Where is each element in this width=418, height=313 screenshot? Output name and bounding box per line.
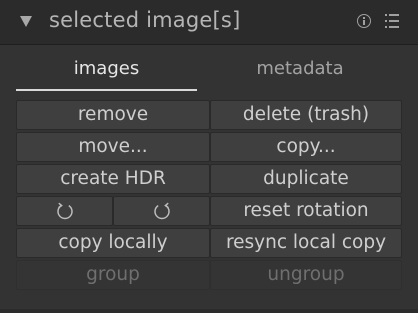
resync-local-copy-button[interactable]: resync local copy	[210, 228, 402, 258]
rotate-ccw-button[interactable]	[16, 196, 113, 226]
rotate-clockwise-icon	[153, 202, 170, 220]
header-divider	[0, 44, 418, 45]
ungroup-button[interactable]: ungroup	[210, 260, 402, 290]
tab-metadata[interactable]: metadata	[210, 58, 390, 86]
delete-trash-button[interactable]: delete (trash)	[210, 100, 402, 130]
selected-images-panel: selected image[s] images metadata remove…	[0, 0, 418, 313]
duplicate-button[interactable]: duplicate	[210, 164, 402, 194]
copy-button[interactable]: copy...	[210, 132, 402, 162]
move-button[interactable]: move...	[16, 132, 210, 162]
triangle-down-icon[interactable]	[20, 16, 32, 27]
info-icon[interactable]	[357, 14, 371, 28]
tab-images[interactable]: images	[16, 58, 197, 86]
panel-header[interactable]: selected image[s]	[0, 0, 418, 44]
reset-rotation-button[interactable]: reset rotation	[210, 196, 402, 226]
rotate-cw-button[interactable]	[113, 196, 210, 226]
panel-bottom-edge	[0, 309, 418, 313]
presets-menu-icon[interactable]	[385, 14, 399, 29]
active-tab-indicator	[16, 89, 197, 91]
group-button[interactable]: group	[16, 260, 210, 290]
panel-title: selected image[s]	[49, 8, 241, 32]
copy-locally-button[interactable]: copy locally	[16, 228, 210, 258]
remove-button[interactable]: remove	[16, 100, 210, 130]
create-hdr-button[interactable]: create HDR	[16, 164, 210, 194]
rotate-counterclockwise-icon	[56, 202, 73, 220]
